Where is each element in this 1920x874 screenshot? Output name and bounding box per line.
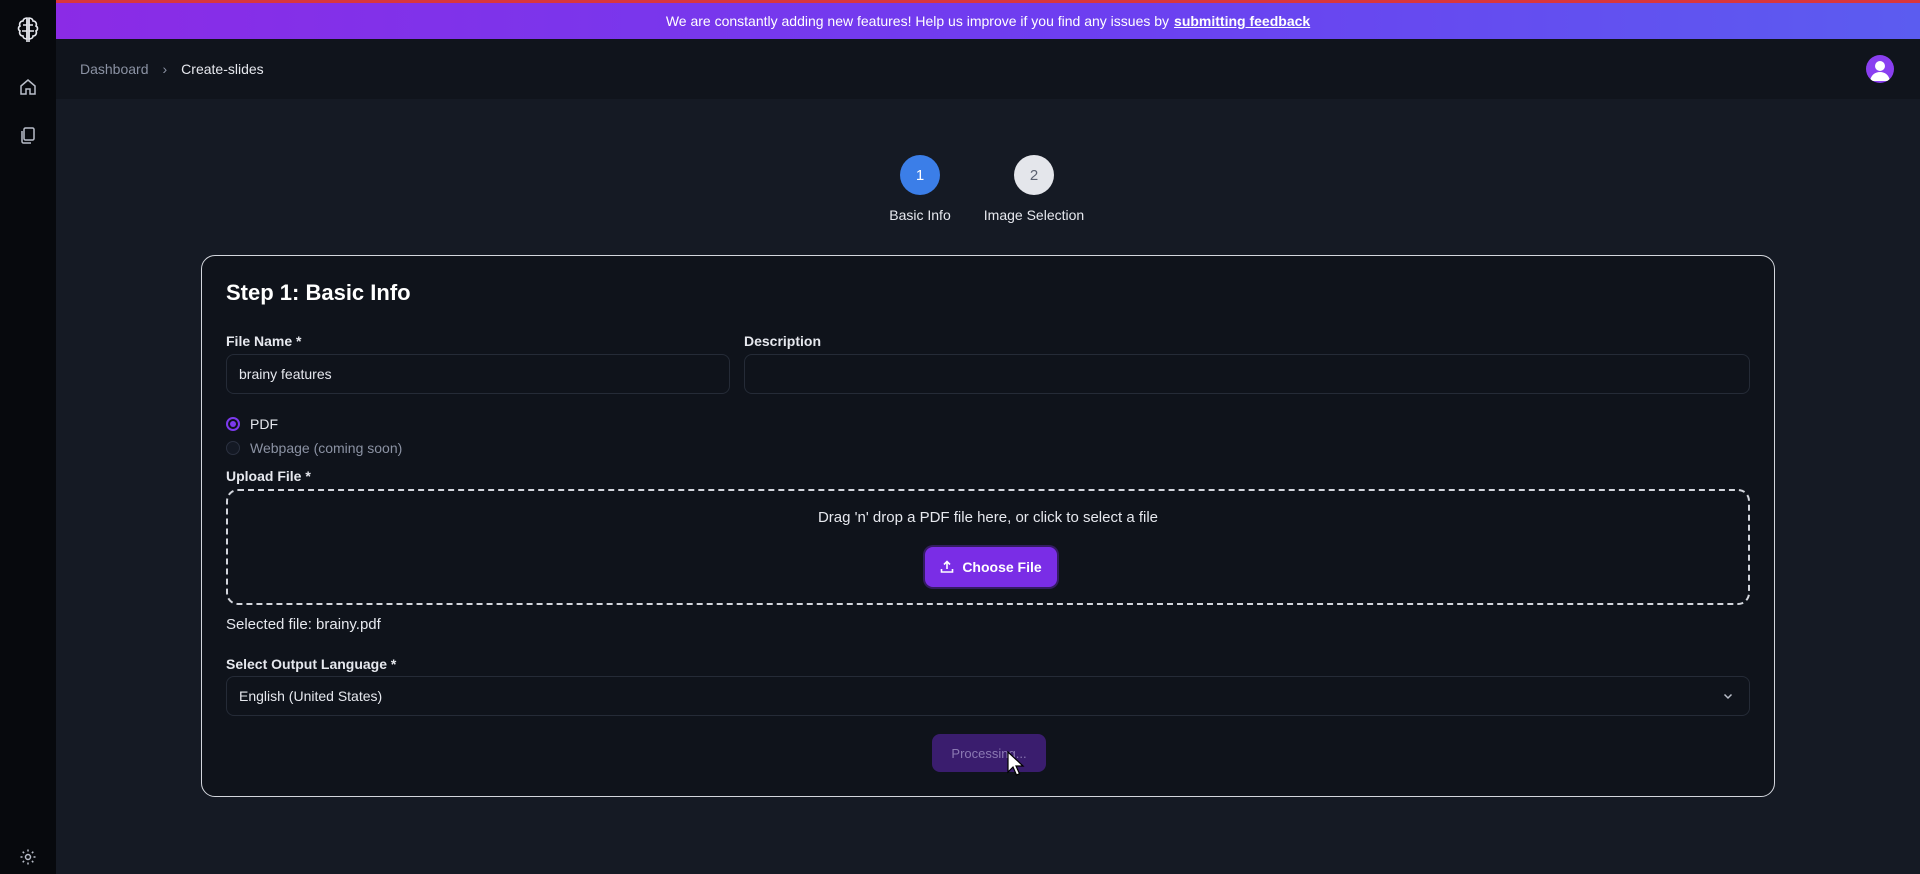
step-image-selection[interactable]: 2 Image Selection <box>969 155 1099 223</box>
selected-file-text: Selected file: brainy.pdf <box>226 616 381 633</box>
brain-logo-icon[interactable] <box>14 14 42 42</box>
radio-webpage[interactable]: Webpage (coming soon) <box>226 440 402 456</box>
card-title: Step 1: Basic Info <box>226 280 411 305</box>
output-language-select[interactable]: English (United States) <box>226 676 1750 716</box>
dropzone-prompt: Drag 'n' drop a PDF file here, or click … <box>817 509 1159 526</box>
processing-button[interactable]: Processing... <box>932 734 1046 772</box>
step-1-label: Basic Info <box>889 207 951 223</box>
chevron-down-icon <box>1723 693 1733 700</box>
feedback-banner: We are constantly adding new features! H… <box>56 3 1920 39</box>
documents-icon[interactable] <box>14 121 42 149</box>
file-name-input[interactable]: brainy features <box>226 354 730 394</box>
radio-checked-icon <box>226 417 240 431</box>
banner-text: We are constantly adding new features! H… <box>665 13 1170 29</box>
upload-file-label: Upload File * <box>226 468 311 484</box>
radio-webpage-label: Webpage (coming soon) <box>250 440 403 456</box>
radio-unchecked-icon <box>226 441 240 455</box>
file-dropzone[interactable]: Drag 'n' drop a PDF file here, or click … <box>226 489 1750 605</box>
stepper: 1 Basic Info 2 Image Selection <box>0 155 1920 235</box>
settings-icon[interactable] <box>14 843 42 871</box>
home-icon[interactable] <box>14 73 42 101</box>
step-basic-info[interactable]: 1 Basic Info <box>855 155 985 223</box>
chevron-right-icon: › <box>162 61 168 77</box>
choose-file-button[interactable]: Choose File <box>925 547 1057 587</box>
file-name-label: File Name * <box>226 333 302 349</box>
upload-icon <box>941 560 954 573</box>
step-2-circle: 2 <box>1014 155 1054 195</box>
breadcrumb-dashboard[interactable]: Dashboard <box>80 61 149 77</box>
breadcrumb-create-slides: Create-slides <box>181 61 264 77</box>
sidebar <box>0 0 56 874</box>
choose-file-label: Choose File <box>962 559 1042 575</box>
radio-pdf-label: PDF <box>250 416 278 432</box>
radio-pdf[interactable]: PDF <box>226 416 278 432</box>
step-1-circle: 1 <box>900 155 940 195</box>
top-header: Dashboard › Create-slides <box>56 39 1920 99</box>
user-avatar-icon[interactable] <box>1866 55 1894 83</box>
output-language-label: Select Output Language * <box>226 656 397 672</box>
description-label: Description <box>744 333 822 349</box>
basic-info-card: Step 1: Basic Info File Name * brainy fe… <box>201 255 1775 797</box>
output-language-value: English (United States) <box>239 688 383 704</box>
description-input[interactable] <box>744 354 1750 394</box>
step-2-label: Image Selection <box>983 207 1085 223</box>
mouse-cursor-icon <box>1007 751 1025 776</box>
breadcrumb: Dashboard › Create-slides <box>80 39 264 99</box>
submit-feedback-link[interactable]: submitting feedback <box>1174 13 1310 29</box>
